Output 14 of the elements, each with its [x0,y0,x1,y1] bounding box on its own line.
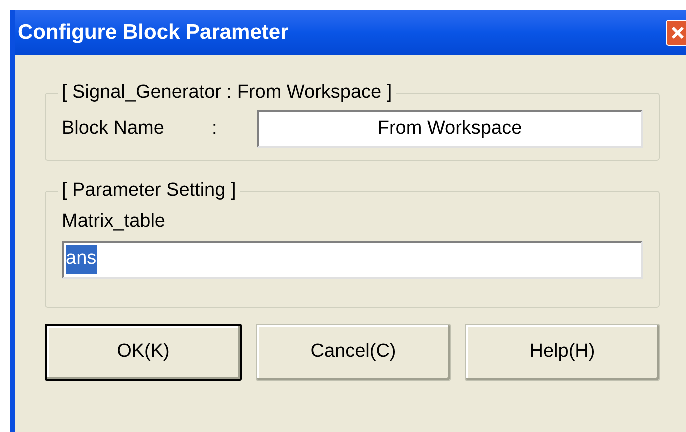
matrix-table-field[interactable]: ans [62,240,643,278]
dialog-button[interactable]: Cancel(C) [256,324,451,380]
field-value: ans [66,245,97,274]
group-title: [ Parameter Setting ] [58,180,240,202]
field-label: Block Name [62,116,166,141]
group-title: [ Signal_Generator : From Workspace ] [58,82,396,104]
dialog-button[interactable]: OK(K) [45,324,242,380]
close-button[interactable] [666,20,686,46]
block-name-field[interactable]: From Workspace [257,110,643,148]
close-icon [671,26,685,40]
dialog-button[interactable]: Help(H) [465,324,660,380]
field-label: Matrix_table [62,210,166,234]
window-title: Configure Block Parameter [18,20,289,46]
label-separator: : [212,116,218,141]
